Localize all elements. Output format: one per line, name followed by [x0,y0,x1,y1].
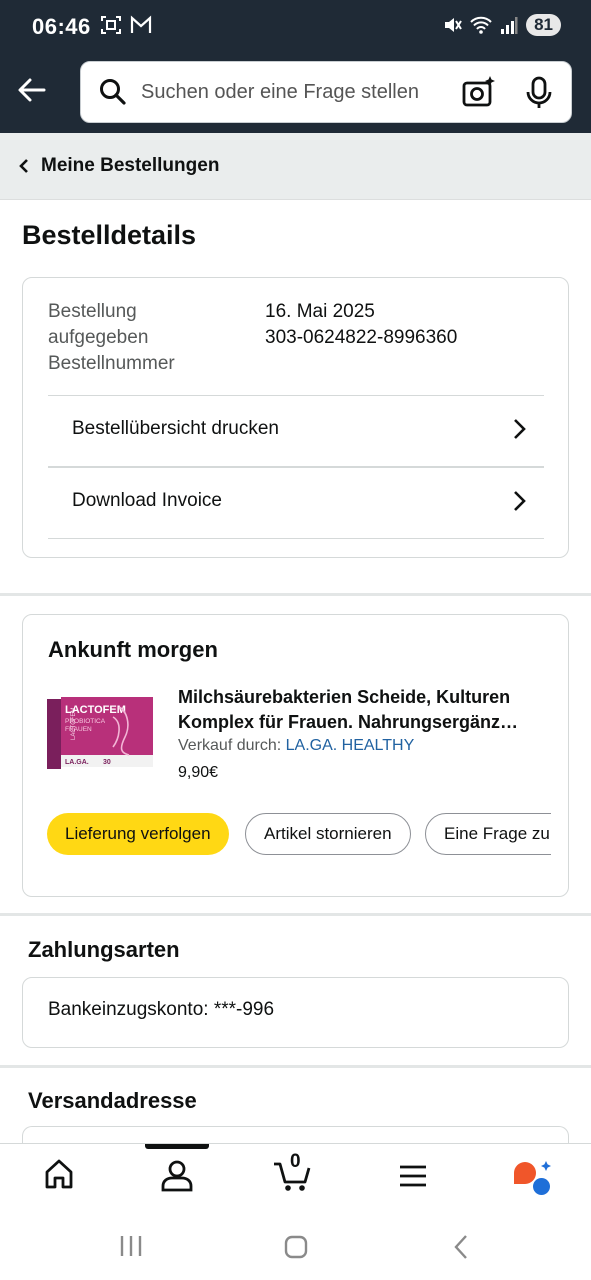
delivery-status-heading: Ankunft morgen [48,637,218,662]
breadcrumb[interactable]: Meine Bestellungen [0,133,591,200]
status-time: 06:46 [32,14,91,39]
mute-icon [445,18,462,32]
product-image[interactable]: LACTOFEM LACTOFEM PROBIOTICA FRAUEN LA.G… [47,697,153,771]
order-info-card: Bestellung aufgegeben Bestellnummer 16. … [22,277,569,558]
payment-card: Bankeinzugskonto: ***-996 [22,977,569,1048]
wifi-icon [470,16,492,34]
product-title-line2[interactable]: Komplex für Frauen. Nahrungsergänz… [178,710,548,735]
active-tab-indicator [145,1144,209,1149]
chevron-right-icon [514,419,526,439]
product-box-count: 30 [103,759,111,766]
screenshot-icon [101,16,121,34]
download-invoice-link[interactable]: Download Invoice [48,466,544,539]
battery-indicator: 81 [526,14,561,36]
order-number: 303-0624822-8996360 [265,327,458,348]
home-icon[interactable] [44,1158,74,1190]
microphone-icon[interactable] [526,76,552,110]
product-box-maker: LA.GA. [65,759,89,766]
rufus-icon[interactable] [510,1160,554,1196]
search-icon [100,79,126,105]
action-buttons-row: Lieferung verfolgen Artikel stornieren E… [47,813,551,857]
search-bar[interactable]: Suchen oder eine Frage stellen [80,61,572,123]
print-summary-label[interactable]: Bestellübersicht drucken [72,418,279,440]
cancel-items-button[interactable]: Artikel stornieren [245,813,411,855]
signal-icon [501,17,518,34]
order-date: 16. Mai 2025 [265,301,375,322]
gmail-icon [130,15,152,33]
product-box-sub1: PROBIOTICA [65,718,106,725]
system-back-icon[interactable] [453,1234,469,1260]
section-divider [0,913,591,916]
recent-apps-icon[interactable] [118,1235,144,1257]
order-date-label: Bestellung [48,301,137,322]
account-icon[interactable] [160,1158,194,1192]
product-box-sub2: FRAUEN [65,726,92,733]
order-date-label-cont: aufgegeben [48,327,149,348]
breadcrumb-label[interactable]: Meine Bestellungen [41,155,219,177]
seller-link[interactable]: LA.GA. HEALTHY [286,737,415,754]
chevron-right-icon [514,491,526,511]
back-arrow-icon[interactable] [14,72,50,108]
shipping-heading: Versandadresse [28,1088,197,1113]
chevron-left-icon [19,159,28,173]
shipment-card: Ankunft morgen LACTOFEM LACTOFEM PROBIOT… [22,614,569,897]
product-price: 9,90€ [178,764,219,781]
product-title-line1[interactable]: Milchsäurebakterien Scheide, Kulturen [178,685,548,710]
print-summary-link[interactable]: Bestellübersicht drucken [48,395,544,466]
ask-question-button[interactable]: Eine Frage zur [425,813,551,855]
seller-info: Verkauf durch: LA.GA. HEALTHY [178,737,414,755]
product-box-brand: LACTOFEM [65,704,126,716]
app-header: Suchen oder eine Frage stellen [0,50,591,133]
section-divider [0,593,591,596]
menu-icon[interactable] [399,1164,427,1188]
payment-method: Bankeinzugskonto: ***-996 [48,999,275,1020]
order-labels: Bestellung aufgegeben Bestellnummer [48,299,175,377]
seller-prefix: Verkauf durch: [178,737,282,754]
bottom-navigation: 0 [0,1143,591,1210]
section-divider [0,1065,591,1068]
download-invoice-label[interactable]: Download Invoice [72,490,222,512]
system-navigation-bar [0,1209,591,1280]
status-bar: 06:46 81 [0,0,591,50]
page-title: Bestelldetails [22,220,197,250]
cart-count: 0 [290,1151,301,1172]
home-system-icon[interactable] [284,1235,308,1259]
search-input[interactable]: Suchen oder eine Frage stellen [141,81,419,104]
track-package-button[interactable]: Lieferung verfolgen [47,813,229,855]
payment-heading: Zahlungsarten [28,937,180,962]
camera-search-icon[interactable] [461,74,497,110]
cart-button[interactable]: 0 [272,1150,316,1194]
product-title[interactable]: Milchsäurebakterien Scheide, Kulturen Ko… [178,685,548,735]
order-values: 16. Mai 2025 303-0624822-8996360 [265,299,457,351]
order-number-label: Bestellnummer [48,353,175,374]
